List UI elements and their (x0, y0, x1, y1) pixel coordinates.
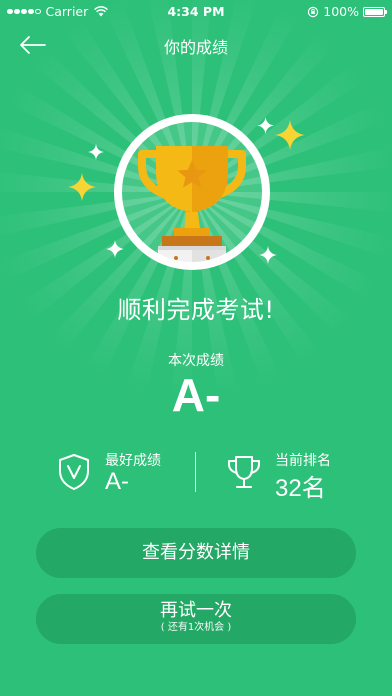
battery-icon (363, 6, 387, 17)
stat-divider (195, 452, 196, 492)
retry-remaining-label: ( 还有1次机会 ) (160, 622, 232, 633)
rank-value: 32名 (275, 475, 326, 502)
best-score-label: 最好成绩 (105, 453, 161, 469)
best-score-value: A- (105, 468, 129, 495)
rank-label: 当前排名 (275, 453, 331, 469)
retry-label: 再试一次 (160, 600, 232, 621)
sparkle-icon (88, 144, 104, 160)
page-title: 你的成绩 (163, 38, 228, 57)
result-headline: 顺利完成考试! (117, 296, 275, 324)
score-label: 本次成绩 (168, 353, 224, 369)
trophy-icon (114, 114, 270, 270)
sparkle-icon (275, 120, 305, 150)
retry-button[interactable]: 再试一次 ( 还有1次机会 ) (36, 594, 356, 644)
shield-v-icon (59, 454, 89, 490)
best-score-stat: 最好成绩 A- (54, 450, 194, 500)
score-value: A- (171, 369, 221, 421)
battery-percent: 100% (323, 4, 359, 19)
view-score-details-label: 查看分数详情 (142, 542, 250, 563)
view-score-details-button[interactable]: 查看分数详情 (36, 528, 356, 578)
sparkle-icon (68, 173, 96, 201)
rotation-lock-icon (308, 6, 319, 17)
exam-result-screen: Carrier 4:34 PM 100% 你的成绩 顺利完成考试! 本次成绩 A… (0, 0, 392, 696)
trophy-outline-icon (228, 456, 260, 488)
rank-stat: 当前排名 32名 (224, 450, 364, 502)
status-bar: Carrier 4:34 PM 100% (0, 0, 392, 22)
